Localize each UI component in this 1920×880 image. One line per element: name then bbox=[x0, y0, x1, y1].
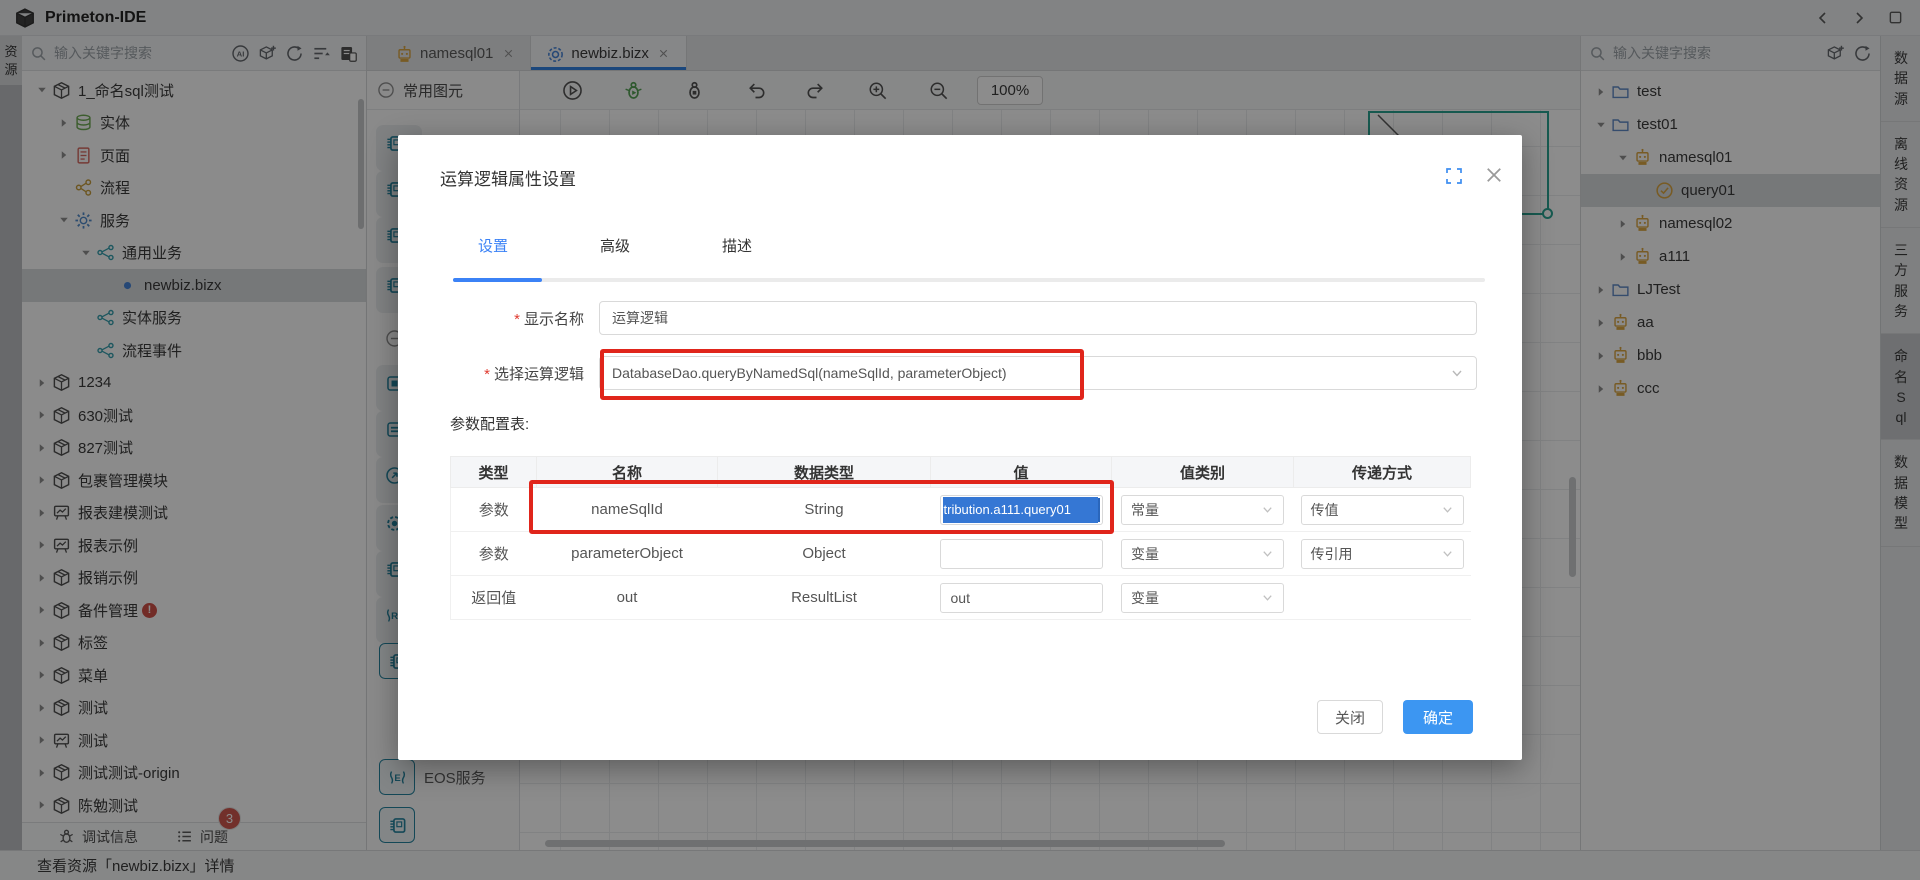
category-select[interactable]: 变量 bbox=[1121, 539, 1284, 569]
value-input[interactable] bbox=[940, 539, 1103, 569]
display-name-field-row: *显示名称 运算逻辑 bbox=[398, 301, 1522, 335]
param-table-caption: 参数配置表: bbox=[450, 413, 529, 434]
category-value: 变量 bbox=[1131, 544, 1159, 564]
logic-select-field-row: *选择运算逻辑 DatabaseDao.queryByNamedSql(name… bbox=[398, 356, 1522, 390]
display-name-label: *显示名称 bbox=[398, 308, 584, 329]
value-input[interactable]: out bbox=[940, 583, 1103, 613]
logic-select-label: *选择运算逻辑 bbox=[398, 363, 584, 384]
table-header-cell: 名称 bbox=[537, 457, 718, 488]
logic-properties-dialog: 运算逻辑属性设置 设置 高级 描述 *显示名称 运算逻辑 *选择运算逻辑 Datab… bbox=[398, 135, 1522, 760]
category-value: 常量 bbox=[1131, 500, 1159, 520]
tab-underline-bar bbox=[453, 278, 1485, 282]
table-row: 返回值outResultListout变量 bbox=[451, 576, 1471, 620]
param-value-cell: tribution.a111.query01 bbox=[931, 488, 1112, 532]
pass-select[interactable]: 传引用 bbox=[1301, 539, 1464, 569]
chevron-down-icon bbox=[1441, 503, 1454, 516]
pass-value: 传值 bbox=[1311, 500, 1339, 520]
primeton-ide-window: Primeton-IDE 资源 输入关键字搜索 AI 1_命名sql测试实体页面… bbox=[0, 0, 1920, 880]
selected-text: tribution.a111.query01 bbox=[943, 497, 1098, 523]
category-select[interactable]: 变量 bbox=[1121, 583, 1284, 613]
display-name-input[interactable]: 运算逻辑 bbox=[599, 301, 1477, 335]
param-category-cell: 变量 bbox=[1112, 532, 1294, 576]
chevron-down-icon bbox=[1261, 547, 1274, 560]
chevron-down-icon bbox=[1261, 503, 1274, 516]
pass-value: 传引用 bbox=[1311, 544, 1353, 564]
param-datatype-cell: String bbox=[718, 488, 931, 532]
active-tab-indicator bbox=[453, 278, 542, 282]
pass-select[interactable]: 传值 bbox=[1301, 495, 1464, 525]
param-name-cell: out bbox=[537, 576, 718, 620]
chevron-down-icon bbox=[1441, 547, 1454, 560]
dialog-footer: 关闭 确定 bbox=[398, 700, 1522, 734]
dialog-tab-描述[interactable]: 描述 bbox=[722, 235, 752, 264]
param-category-cell: 变量 bbox=[1112, 576, 1294, 620]
param-type-cell: 参数 bbox=[451, 488, 537, 532]
required-asterisk: * bbox=[484, 366, 490, 383]
param-category-cell: 常量 bbox=[1112, 488, 1294, 532]
table-header-cell: 类型 bbox=[451, 457, 537, 488]
text-cursor bbox=[1098, 498, 1100, 522]
dialog-tab-高级[interactable]: 高级 bbox=[600, 235, 630, 264]
chevron-down-icon bbox=[1261, 591, 1274, 604]
param-pass-cell: 传引用 bbox=[1294, 532, 1471, 576]
param-name-cell: parameterObject bbox=[537, 532, 718, 576]
value-input[interactable]: tribution.a111.query01 bbox=[940, 495, 1103, 525]
param-datatype-cell: ResultList bbox=[718, 576, 931, 620]
logic-select[interactable]: DatabaseDao.queryByNamedSql(nameSqlId, p… bbox=[599, 356, 1477, 390]
close-button[interactable]: 关闭 bbox=[1317, 700, 1383, 734]
table-header-cell: 数据类型 bbox=[718, 457, 931, 488]
param-type-cell: 参数 bbox=[451, 532, 537, 576]
fullscreen-icon[interactable] bbox=[1445, 167, 1463, 185]
table-header-cell: 值 bbox=[931, 457, 1112, 488]
ok-button[interactable]: 确定 bbox=[1403, 700, 1473, 734]
chevron-down-icon bbox=[1450, 366, 1464, 380]
category-select[interactable]: 常量 bbox=[1121, 495, 1284, 525]
table-row: 参数parameterObjectObject 变量 传引用 bbox=[451, 532, 1471, 576]
param-name-cell: nameSqlId bbox=[537, 488, 718, 532]
dialog-title: 运算逻辑属性设置 bbox=[440, 165, 576, 190]
category-value: 变量 bbox=[1131, 588, 1159, 608]
close-icon[interactable] bbox=[1484, 165, 1504, 185]
required-asterisk: * bbox=[514, 311, 520, 328]
param-type-cell: 返回值 bbox=[451, 576, 537, 620]
table-row: 参数nameSqlIdString tribution.a111.query01 常… bbox=[451, 488, 1471, 532]
param-config-table: 类型名称数据类型值值类别传递方式 参数nameSqlIdString tribut… bbox=[450, 456, 1471, 620]
table-header-cell: 值类别 bbox=[1112, 457, 1294, 488]
param-pass-cell bbox=[1294, 576, 1471, 620]
param-value-cell: out bbox=[931, 576, 1112, 620]
table-header-cell: 传递方式 bbox=[1294, 457, 1471, 488]
dialog-tab-设置[interactable]: 设置 bbox=[478, 235, 508, 264]
param-datatype-cell: Object bbox=[718, 532, 931, 576]
param-value-cell bbox=[931, 532, 1112, 576]
dialog-tabs: 设置 高级 描述 bbox=[478, 235, 844, 264]
param-pass-cell: 传值 bbox=[1294, 488, 1471, 532]
